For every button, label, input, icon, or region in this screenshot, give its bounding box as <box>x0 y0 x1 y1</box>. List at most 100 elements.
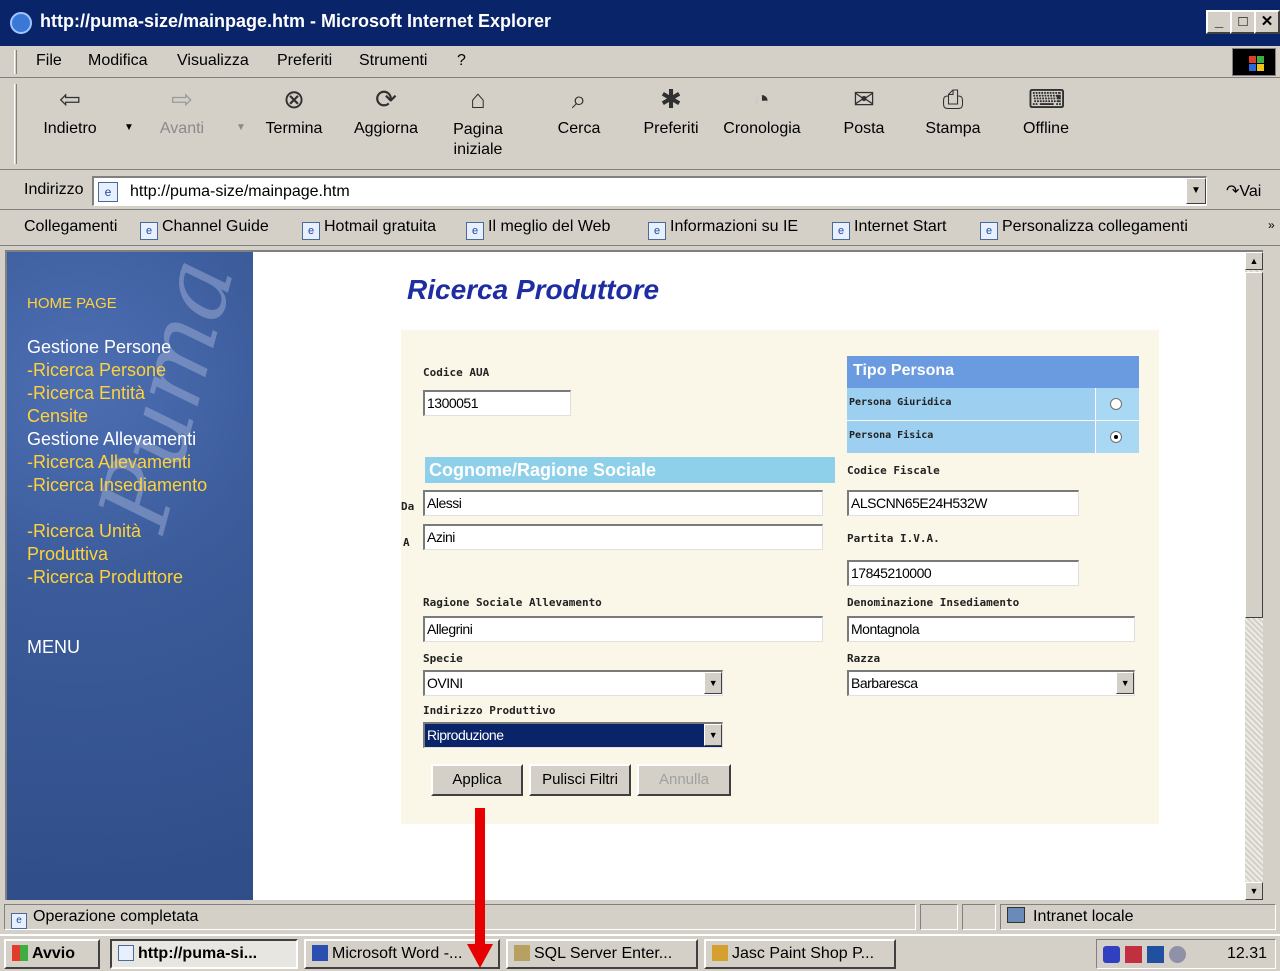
back-button[interactable]: ⇦ Indietro ▼ <box>36 82 134 138</box>
antivirus-tray-icon[interactable] <box>1103 946 1120 963</box>
offline-label: Offline <box>1023 120 1069 137</box>
page-icon: e <box>466 222 484 240</box>
razza-value: Barbaresca <box>851 675 918 691</box>
go-button[interactable]: ↷Vai <box>1226 181 1261 201</box>
home-button[interactable]: ⌂ Pagina iniziale <box>446 82 510 160</box>
nav-ricerca-persone[interactable]: -Ricerca Persone <box>27 359 166 382</box>
stop-button[interactable]: ⊗ Termina <box>260 82 328 138</box>
history-label: Cronologia <box>723 120 801 137</box>
stop-label: Termina <box>265 120 323 137</box>
address-input[interactable]: e http://puma-size/mainpage.htm ▼ <box>92 176 1207 206</box>
link-channel-guide[interactable]: e Channel Guide <box>140 218 269 240</box>
links-more-icon[interactable]: » <box>1268 218 1275 232</box>
left-navigation: Puma Project HOME PAGE Gestione Persone … <box>7 252 354 900</box>
codice-aua-input[interactable]: 1300051 <box>423 390 571 416</box>
tray-app-icon[interactable] <box>1125 946 1142 963</box>
pulisci-filtri-button[interactable]: Pulisci Filtri <box>529 764 631 796</box>
mail-button[interactable]: ✉ Posta <box>836 82 892 138</box>
scroll-up-icon[interactable]: ▲ <box>1245 252 1263 270</box>
scroll-down-icon[interactable]: ▼ <box>1245 882 1263 900</box>
address-dropdown-icon[interactable]: ▼ <box>1186 178 1206 204</box>
network-tray-icon[interactable] <box>1147 946 1164 963</box>
cognome-da-input[interactable]: Alessi <box>423 490 823 516</box>
favorites-button[interactable]: ✱ Preferiti <box>638 82 704 138</box>
history-button[interactable]: ◔ Cronologia <box>718 82 806 138</box>
partita-iva-input[interactable]: 17845210000 <box>847 560 1079 586</box>
razza-select[interactable]: Barbaresca ▼ <box>847 670 1135 696</box>
persona-fisica-row[interactable]: Persona Fisica <box>847 421 1139 453</box>
indirizzo-dropdown-icon[interactable]: ▼ <box>704 724 722 746</box>
taskbar-item-sql-server[interactable]: SQL Server Enter... <box>506 939 698 969</box>
menu-visualizza[interactable]: Visualizza <box>177 52 249 70</box>
razza-dropdown-icon[interactable]: ▼ <box>1116 672 1134 694</box>
indirizzo-produttivo-select[interactable]: Riproduzione ▼ <box>423 722 723 748</box>
persona-fisica-radio[interactable] <box>1110 431 1122 443</box>
link-label: Internet Start <box>854 218 947 235</box>
offline-button[interactable]: ⌨ Offline <box>1014 82 1078 138</box>
persona-giuridica-row[interactable]: Persona Giuridica <box>847 388 1139 420</box>
menu-file[interactable]: File <box>36 52 62 70</box>
nav-ricerca-entita[interactable]: -Ricerca Entità <box>27 382 145 405</box>
denominazione-input[interactable]: Montagnola <box>847 616 1135 642</box>
toolbar-grip[interactable] <box>14 84 17 164</box>
back-dropdown-icon[interactable]: ▼ <box>124 122 134 133</box>
scroll-thumb[interactable] <box>1245 272 1263 618</box>
nav-ricerca-entita-censite[interactable]: Censite <box>27 405 88 428</box>
nav-gestione-persone: Gestione Persone <box>27 337 172 357</box>
menu-strumenti[interactable]: Strumenti <box>359 52 427 70</box>
menu-help[interactable]: ? <box>457 52 466 70</box>
nav-menu[interactable]: MENU <box>27 636 80 659</box>
link-internet-start[interactable]: e Internet Start <box>832 218 947 240</box>
nav-ricerca-produttore[interactable]: -Ricerca Produttore <box>27 566 183 589</box>
menu-modifica[interactable]: Modifica <box>88 52 148 70</box>
nav-ricerca-insediamento[interactable]: -Ricerca Insediamento <box>27 474 207 497</box>
page-icon: e <box>98 182 118 202</box>
link-info-ie[interactable]: e Informazioni su IE <box>648 218 798 240</box>
taskbar-item-label: Microsoft Word -... <box>332 945 463 962</box>
forward-dropdown-icon[interactable]: ▼ <box>236 122 246 133</box>
nav-ricerca-allevamenti[interactable]: -Ricerca Allevamenti <box>27 451 191 474</box>
menu-grip[interactable] <box>14 50 17 74</box>
paint-shop-icon <box>712 945 728 961</box>
search-button[interactable]: ⌕ Cerca <box>550 82 608 138</box>
ie-window-icon[interactable] <box>10 12 32 34</box>
maximize-button[interactable]: □ <box>1230 10 1256 34</box>
link-meglio-web[interactable]: e Il meglio del Web <box>466 218 610 240</box>
clock: 12.31 <box>1226 945 1267 962</box>
applica-button[interactable]: Applica <box>431 764 523 796</box>
codice-fiscale-input[interactable]: ALSCNN65E24H532W <box>847 490 1079 516</box>
status-security-cell <box>962 904 996 930</box>
link-personalizza[interactable]: e Personalizza collegamenti <box>980 218 1188 240</box>
menu-preferiti[interactable]: Preferiti <box>277 52 332 70</box>
status-text-cell: e Operazione completata <box>4 904 916 930</box>
nav-ricerca-unita[interactable]: -Ricerca Unità <box>27 520 141 543</box>
ragione-allevamento-input[interactable]: Allegrini <box>423 616 823 642</box>
annulla-button[interactable]: Annulla <box>637 764 731 796</box>
link-hotmail[interactable]: e Hotmail gratuita <box>302 218 436 240</box>
nav-gestione-allevamenti: Gestione Allevamenti <box>27 429 197 449</box>
print-button[interactable]: ⎙ Stampa <box>920 82 986 138</box>
nav-home-page[interactable]: HOME PAGE <box>27 292 117 315</box>
vertical-scrollbar[interactable]: ▲ ▼ <box>1245 252 1263 900</box>
links-label: Collegamenti <box>24 218 118 235</box>
specie-dropdown-icon[interactable]: ▼ <box>704 672 722 694</box>
search-tray-icon[interactable] <box>1169 946 1186 963</box>
taskbar-item-paint-shop[interactable]: Jasc Paint Shop P... <box>704 939 896 969</box>
codice-fiscale-label: Codice Fiscale <box>847 464 940 477</box>
specie-value: OVINI <box>427 675 463 691</box>
forward-button[interactable]: ⇨ Avanti ▼ <box>150 82 246 138</box>
cognome-a-input[interactable]: Azini <box>423 524 823 550</box>
address-url[interactable]: http://puma-size/mainpage.htm <box>130 183 350 201</box>
persona-fisica-cell <box>1095 421 1139 453</box>
minimize-button[interactable]: _ <box>1206 10 1232 34</box>
specie-select[interactable]: OVINI ▼ <box>423 670 723 696</box>
persona-giuridica-radio[interactable] <box>1110 398 1122 410</box>
start-button[interactable]: Avvio <box>4 939 100 969</box>
taskbar-item-ie[interactable]: http://puma-si... <box>110 939 298 969</box>
nav-ricerca-unita-produttiva[interactable]: Produttiva <box>27 543 108 566</box>
close-button[interactable]: ✕ <box>1254 10 1280 34</box>
refresh-button[interactable]: ⟳ Aggiorna <box>348 82 424 138</box>
ragione-allevamento-label: Ragione Sociale Allevamento <box>423 596 602 609</box>
tipo-persona-header: Tipo Persona <box>847 356 1139 388</box>
codice-aua-label: Codice AUA <box>423 366 490 379</box>
